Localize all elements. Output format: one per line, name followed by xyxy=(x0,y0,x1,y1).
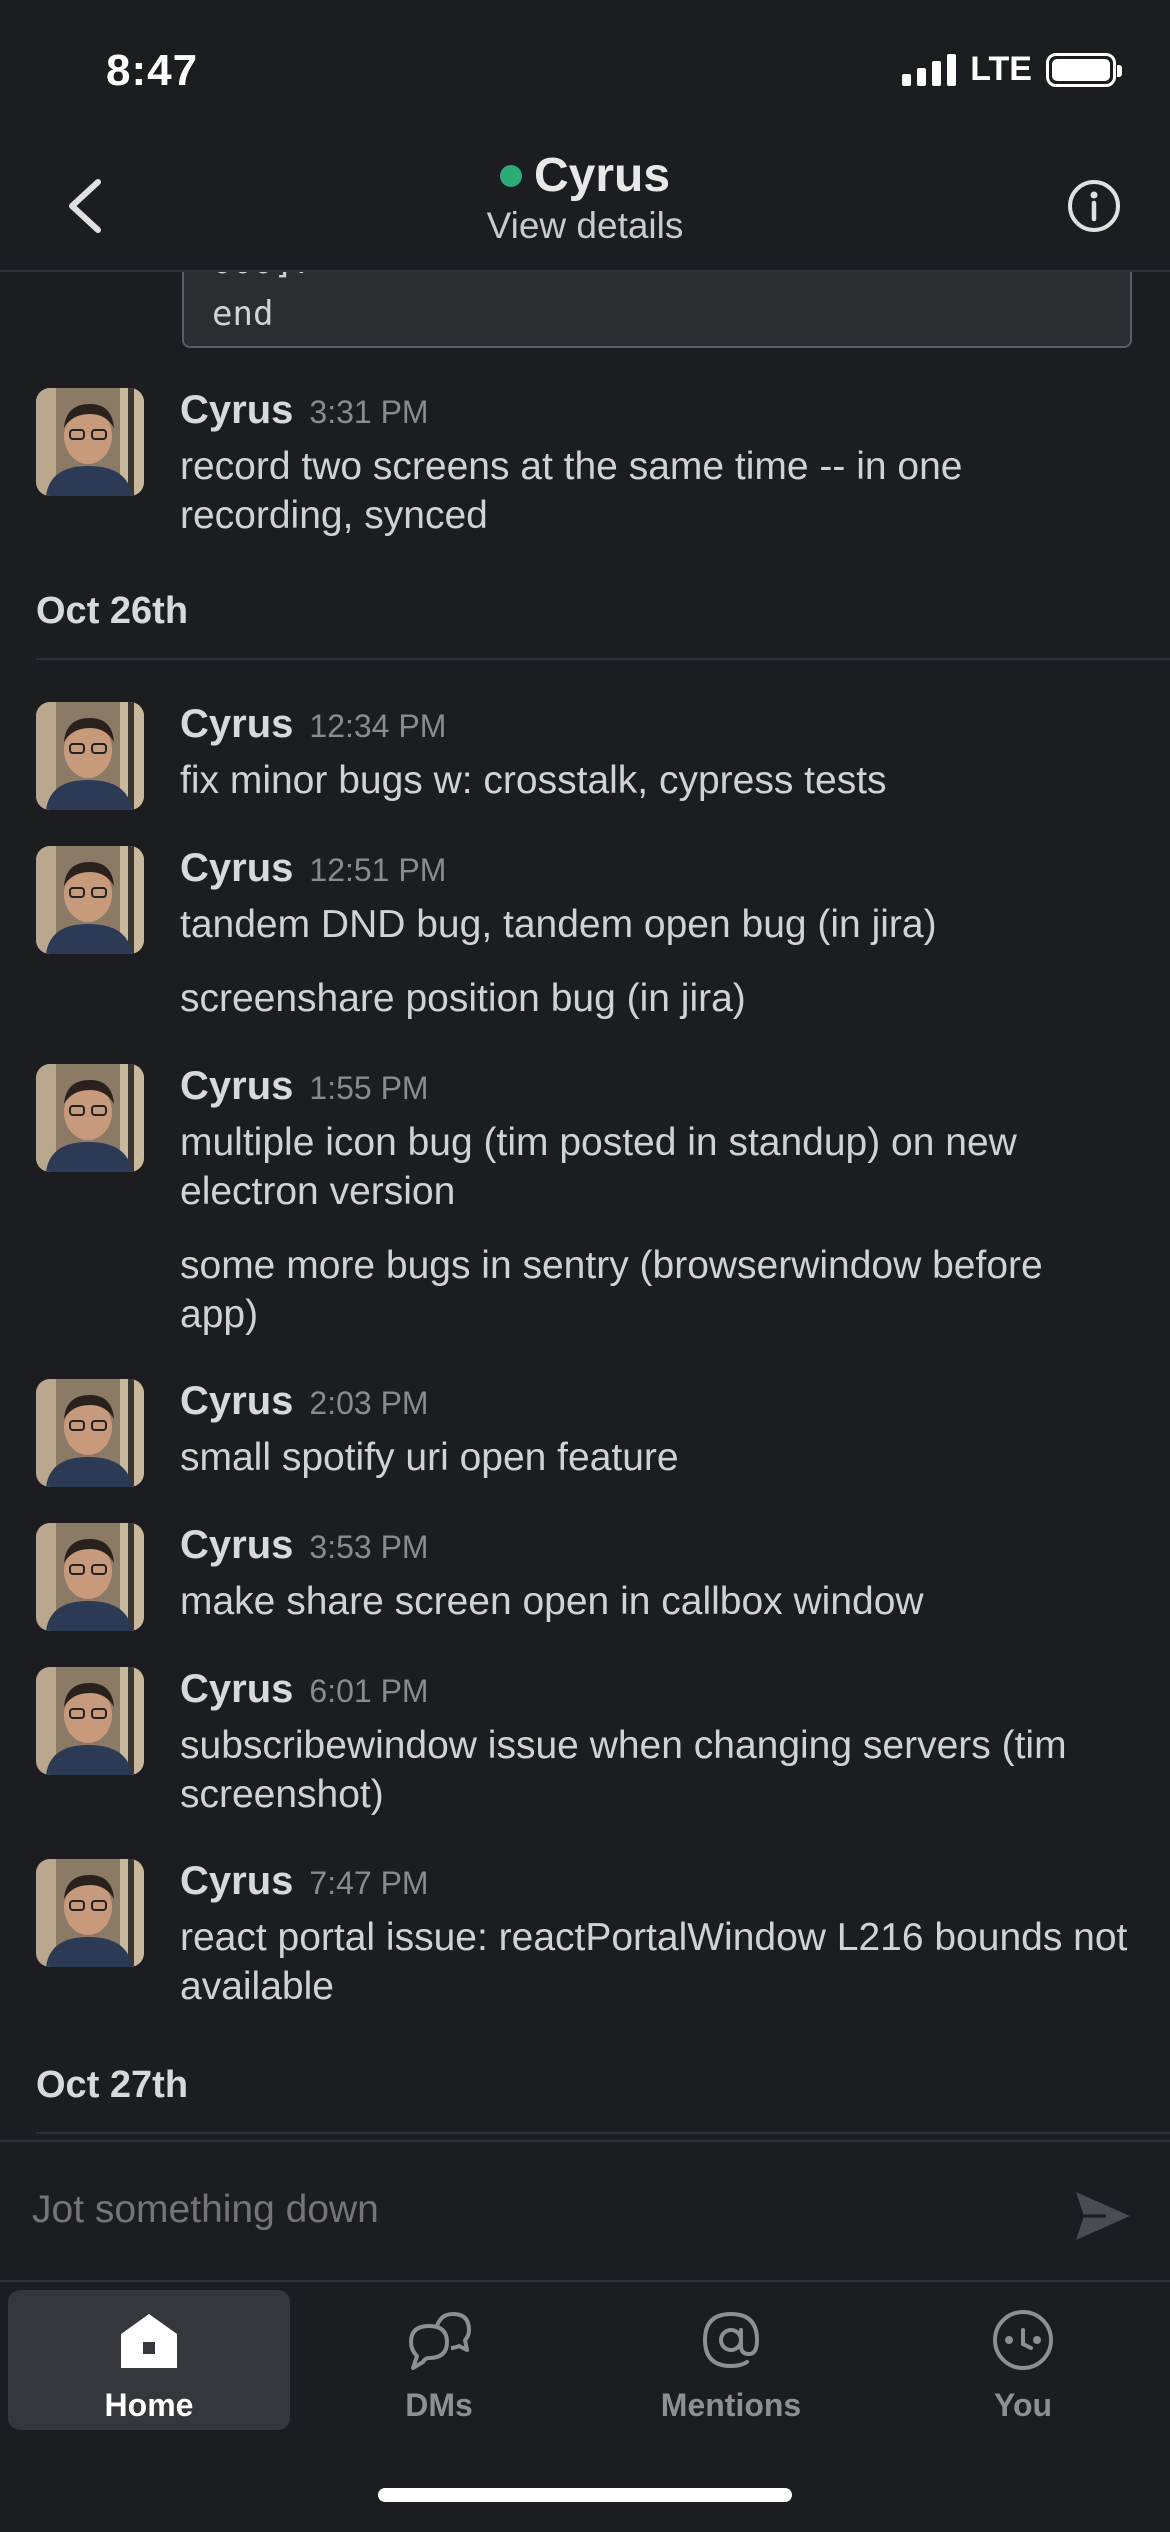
message-time: 7:47 PM xyxy=(309,1865,429,1901)
avatar[interactable] xyxy=(36,1379,144,1487)
avatar[interactable] xyxy=(36,702,144,810)
date-label: Oct 27th xyxy=(36,2064,189,2106)
message-input[interactable] xyxy=(32,2188,1012,2232)
avatar[interactable] xyxy=(36,1859,144,1967)
home-indicator[interactable] xyxy=(378,2488,792,2502)
message-text: some more bugs in sentry (browserwindow … xyxy=(180,1244,1043,1336)
message-text: react portal issue: reactPortalWindow L2… xyxy=(180,1916,1128,2008)
tab-label: You xyxy=(993,2387,1053,2423)
sender-name[interactable]: Cyrus xyxy=(180,1523,293,1568)
date-divider: Oct 26th xyxy=(0,590,1170,660)
tab-you[interactable]: You xyxy=(882,2290,1164,2430)
message-text: fix minor bugs w: crosstalk, cypress tes… xyxy=(180,759,887,802)
message-list[interactable]: 000]7 end Cyrus xyxy=(0,272,1170,2140)
status-indicators: LTE xyxy=(902,50,1122,89)
message-text: multiple icon bug (tim posted in standup… xyxy=(180,1121,1017,1213)
message-time: 6:01 PM xyxy=(309,1673,429,1709)
network-label: LTE xyxy=(970,50,1032,88)
message-text: tandem DND bug, tandem open bug (in jira… xyxy=(180,903,937,946)
sender-name[interactable]: Cyrus xyxy=(180,846,293,891)
message-text: screenshare position bug (in jira) xyxy=(180,977,746,1020)
send-icon xyxy=(1076,2192,1130,2240)
message-time: 3:53 PM xyxy=(309,1529,429,1565)
code-block: 000]7 end xyxy=(182,272,1132,348)
avatar[interactable] xyxy=(36,388,144,496)
sender-name[interactable]: Cyrus xyxy=(180,1859,293,1904)
conversation-header: Cyrus View details xyxy=(0,140,1170,272)
dm-screen: 8:47 LTE Cyrus View details end Cyrus 3:… xyxy=(0,0,1170,2532)
info-icon xyxy=(1068,180,1120,232)
conversation-title: Cyrus xyxy=(533,149,671,202)
tab-home[interactable]: Home xyxy=(8,2290,290,2430)
date-divider: Oct 27th xyxy=(0,2064,1170,2134)
sender-name[interactable]: Cyrus xyxy=(180,1064,293,1109)
home-icon xyxy=(121,2314,177,2368)
dms-icon xyxy=(409,2312,471,2370)
date-label: Oct 26th xyxy=(36,590,189,632)
message-time: 3:31 PM xyxy=(309,394,429,430)
message-time: 12:34 PM xyxy=(309,708,447,744)
title-area[interactable]: Cyrus View details xyxy=(0,140,1170,247)
sender-name[interactable]: Cyrus xyxy=(180,1379,293,1424)
tab-dms[interactable]: DMs xyxy=(298,2290,580,2430)
message-time: 12:51 PM xyxy=(309,852,447,888)
code-line: end xyxy=(212,294,274,334)
tab-mentions[interactable]: Mentions xyxy=(590,2290,872,2430)
you-icon xyxy=(993,2310,1053,2370)
message-text: make share screen open in callbox window xyxy=(180,1580,924,1623)
presence-dot xyxy=(499,164,522,187)
message-time: 1:55 PM xyxy=(309,1070,429,1106)
message-text: subscribewindow issue when changing serv… xyxy=(180,1724,1067,1816)
tab-label: DMs xyxy=(405,2387,473,2423)
battery-icon xyxy=(1046,52,1122,87)
avatar[interactable] xyxy=(36,1064,144,1172)
message-time: 2:03 PM xyxy=(309,1385,429,1421)
signal-icon xyxy=(902,53,957,86)
divider-line xyxy=(36,2132,1170,2134)
code-line: 000]7 xyxy=(212,272,314,282)
status-bar: 8:47 LTE xyxy=(0,0,1170,140)
message-composer xyxy=(0,2140,1170,2280)
divider-line xyxy=(36,658,1170,660)
avatar[interactable] xyxy=(36,1523,144,1631)
status-time: 8:47 xyxy=(106,46,199,95)
message-text: small spotify uri open feature xyxy=(180,1436,679,1479)
sender-name[interactable]: Cyrus xyxy=(180,1667,293,1712)
avatar[interactable] xyxy=(36,1667,144,1775)
info-button[interactable] xyxy=(1066,178,1122,234)
tab-label: Mentions xyxy=(660,2387,802,2423)
mentions-icon xyxy=(702,2311,760,2369)
message-text: record two screens at the same time -- i… xyxy=(180,445,963,537)
send-button[interactable] xyxy=(1072,2188,1134,2244)
avatar[interactable] xyxy=(36,846,144,954)
tab-label: Home xyxy=(104,2387,194,2423)
sender-name[interactable]: Cyrus xyxy=(180,702,293,747)
view-details-link[interactable]: View details xyxy=(0,205,1170,247)
sender-name[interactable]: Cyrus xyxy=(180,388,293,433)
